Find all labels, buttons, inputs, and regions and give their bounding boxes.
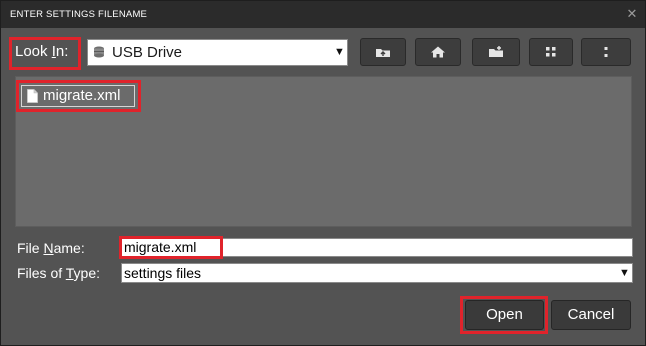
file-type-value: settings files [124,265,202,281]
open-button-highlight [460,296,548,334]
file-item-highlight [16,80,141,112]
up-folder-icon [376,49,390,57]
file-name-highlight [119,236,223,259]
list-view-button[interactable] [529,38,573,66]
file-type-dropdown[interactable]: settings files ▼ [121,263,633,283]
new-folder-icon [489,46,503,57]
file-type-label-pre: Files of [17,265,66,281]
file-name-label-post: ame: [53,240,85,256]
details-view-button[interactable] [581,38,631,66]
look-in-dropdown[interactable]: USB Drive ▼ [87,39,348,66]
file-type-label-post: ype: [73,265,101,281]
chevron-down-icon[interactable]: ▼ [619,267,630,279]
cancel-button[interactable]: Cancel [551,300,631,330]
details-view-icon [604,47,608,57]
new-folder-button[interactable] [472,38,520,66]
look-in-label-highlight [9,37,81,70]
look-in-value: USB Drive [112,44,183,61]
chevron-down-icon[interactable]: ▼ [334,46,345,58]
up-folder-button[interactable] [360,38,406,66]
close-icon[interactable]: ✕ [621,1,643,28]
title-bar: ENTER SETTINGS FILENAME ✕ [1,1,645,28]
settings-file-dialog: ENTER SETTINGS FILENAME ✕ Look In: USB D… [0,0,646,346]
file-name-label-mnemonic: N [43,240,54,256]
file-name-label-pre: File [17,240,44,256]
file-name-label: File Name: [17,240,85,256]
home-icon [431,46,445,58]
home-button[interactable] [415,38,461,66]
file-type-label-mnemonic: T [65,265,74,281]
file-type-label: Files of Type: [17,265,100,281]
drive-icon [94,46,104,58]
list-view-icon [546,47,556,57]
dialog-title: ENTER SETTINGS FILENAME [10,9,148,20]
